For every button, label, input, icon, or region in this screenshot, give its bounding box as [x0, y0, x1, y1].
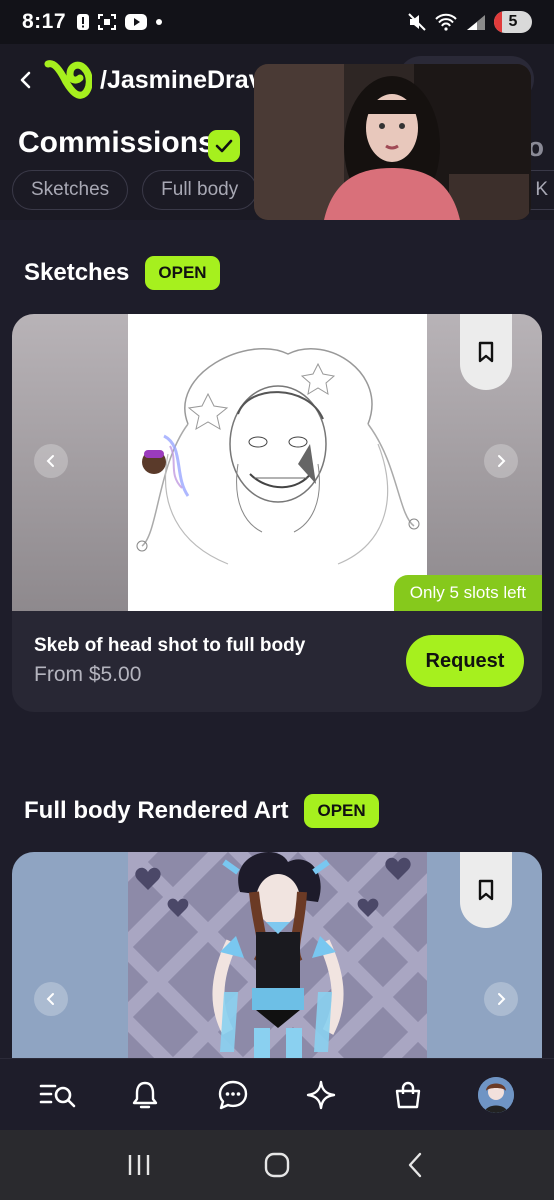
item-title: Skeb of head shot to full body: [34, 635, 306, 656]
chevron-right-icon: [498, 993, 506, 1005]
chevron-left-icon: [46, 455, 54, 467]
battery-indicator: 5: [494, 11, 532, 33]
bottom-navigation: [0, 1058, 554, 1130]
status-time: 8:17: [22, 10, 67, 33]
bookmark-icon: [478, 879, 494, 901]
video-frame-image: [254, 64, 531, 220]
chip-sketches[interactable]: Sketches: [12, 170, 129, 210]
chevron-right-icon: [498, 455, 506, 467]
status-badge: OPEN: [304, 794, 379, 828]
verified-badge: [208, 130, 240, 162]
avatar: [478, 1076, 515, 1113]
system-back-button[interactable]: [390, 1145, 440, 1185]
section-title: Sketches: [24, 259, 130, 286]
back-icon: [408, 1152, 422, 1178]
commission-card[interactable]: Only 5 slots left Skeb of head shot to f…: [12, 314, 542, 712]
card-media: [12, 852, 542, 1058]
nav-notifications[interactable]: [123, 1073, 167, 1117]
dot-icon: [155, 18, 163, 26]
chat-icon: [218, 1080, 248, 1109]
card-body: Skeb of head shot to full body From $5.0…: [12, 611, 542, 712]
home-button[interactable]: [252, 1145, 302, 1185]
carousel-next-button[interactable]: [484, 982, 518, 1016]
section-title: Full body Rendered Art: [24, 797, 289, 824]
bell-icon: [133, 1081, 158, 1108]
nav-explore[interactable]: [299, 1073, 343, 1117]
item-price: From $5.00: [34, 663, 142, 686]
bookmark-button[interactable]: [460, 314, 512, 390]
status-badge: OPEN: [145, 256, 220, 290]
watermark-signature: [142, 434, 190, 497]
username: /JasmineDrav: [100, 66, 260, 94]
nav-shop[interactable]: [386, 1073, 430, 1117]
section-header-full-body: Full body Rendered Art OPEN: [24, 794, 379, 828]
full-body-artwork-image: [128, 852, 427, 1058]
commission-card[interactable]: [12, 852, 542, 1058]
shopping-bag-icon: [396, 1081, 421, 1108]
recents-icon: [128, 1155, 150, 1175]
nav-profile[interactable]: [474, 1073, 518, 1117]
nav-search-list[interactable]: [36, 1073, 80, 1117]
check-icon: [215, 139, 233, 153]
sparkle-icon: [306, 1080, 335, 1109]
alert-icon: [76, 13, 90, 31]
bookmark-icon: [478, 341, 494, 363]
signal-icon: [465, 13, 487, 31]
mute-icon: [407, 13, 427, 31]
chevron-left-icon: [46, 993, 54, 1005]
search-list-icon: [39, 1084, 76, 1107]
section-header-sketches: Sketches OPEN: [24, 256, 220, 290]
back-button[interactable]: [12, 66, 40, 94]
wifi-icon: [434, 13, 458, 31]
request-button[interactable]: Request: [406, 635, 524, 687]
chevron-left-icon: [20, 71, 31, 89]
home-icon: [264, 1152, 290, 1178]
carousel-prev-button[interactable]: [34, 444, 68, 478]
card-media: Only 5 slots left: [12, 314, 542, 611]
bookmark-button[interactable]: [460, 852, 512, 928]
nav-messages[interactable]: [211, 1073, 255, 1117]
system-navigation-bar: [0, 1130, 554, 1200]
slots-left-badge: Only 5 slots left: [393, 575, 542, 611]
screenshot-icon: [97, 13, 117, 31]
brand-logo: [44, 58, 93, 102]
youtube-icon: [124, 13, 148, 31]
page-title: Commissions: [18, 126, 215, 159]
recents-button[interactable]: [114, 1145, 164, 1185]
carousel-prev-button[interactable]: [34, 982, 68, 1016]
pip-video-overlay[interactable]: [254, 64, 531, 220]
carousel-next-button[interactable]: [484, 444, 518, 478]
category-chips: Sketches Full body: [12, 170, 258, 210]
status-bar: 8:17 5: [0, 0, 554, 44]
chip-full-body[interactable]: Full body: [142, 170, 258, 210]
